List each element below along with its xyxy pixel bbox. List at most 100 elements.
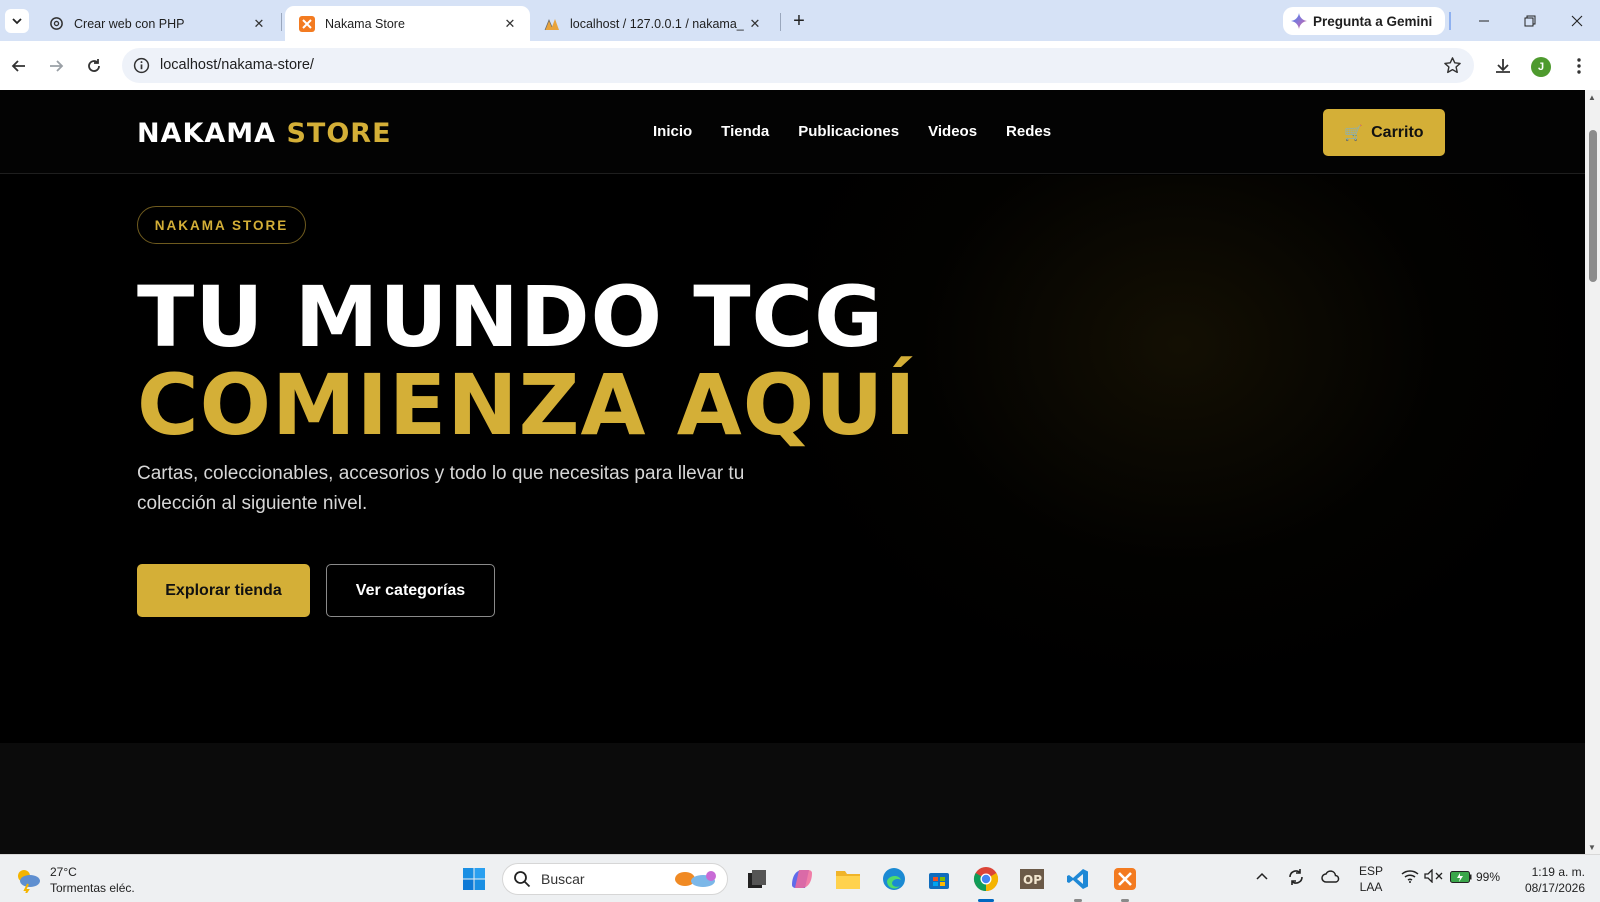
cart-icon: 🛒 [1344, 124, 1364, 142]
close-tab-icon[interactable]: ✕ [502, 16, 518, 32]
tab-crear-web[interactable]: Crear web con PHP ✕ [34, 6, 279, 41]
tab-phpmyadmin[interactable]: localhost / 127.0.0.1 / nakama_ ✕ [530, 6, 775, 41]
volume-tray-icon[interactable] [1424, 868, 1444, 886]
forward-button[interactable] [43, 53, 69, 79]
cloud-icon [1321, 870, 1340, 883]
vscode-button[interactable] [1063, 864, 1093, 894]
site-header: NAKAMA STORE Inicio Tienda Publicaciones… [0, 90, 1585, 174]
tab-nakama-store[interactable]: Nakama Store ✕ [285, 6, 530, 41]
minimize-icon [1479, 20, 1489, 22]
tab-separator [780, 13, 781, 31]
chevron-down-icon [12, 18, 22, 25]
chatgpt-icon [48, 16, 64, 32]
close-window-button[interactable] [1563, 8, 1591, 34]
language-indicator[interactable]: ESP LAA [1359, 863, 1383, 895]
main-nav: Inicio Tienda Publicaciones Videos Redes [653, 123, 1051, 140]
hero-section: NAKAMA STORE TU MUNDO TCG COMIENZA AQUÍ … [0, 175, 1585, 743]
sync-tray-icon[interactable] [1286, 867, 1306, 890]
reload-button[interactable] [81, 53, 107, 79]
hero-title: TU MUNDO TCG COMIENZA AQUÍ [137, 273, 917, 449]
back-button[interactable] [6, 53, 32, 79]
hero-title-line1: TU MUNDO TCG [137, 268, 885, 366]
browser-menu-button[interactable] [1566, 53, 1592, 79]
wifi-tray-icon[interactable] [1401, 869, 1419, 886]
view-categories-button[interactable]: Ver categorías [326, 564, 495, 617]
gemini-sparkle-icon [1291, 13, 1307, 29]
restore-icon [1524, 15, 1536, 27]
battery-indicator[interactable]: 99% [1450, 870, 1500, 884]
site-logo[interactable]: NAKAMA STORE [137, 118, 392, 149]
xampp-button[interactable] [1110, 864, 1140, 894]
downloads-button[interactable] [1490, 53, 1516, 79]
onepiece-app-button[interactable]: OP [1017, 864, 1047, 894]
cart-label: Carrito [1371, 123, 1424, 141]
copilot-button[interactable] [787, 864, 817, 894]
chrome-button[interactable] [971, 864, 1001, 894]
page-viewport: NAKAMA STORE Inicio Tienda Publicaciones… [0, 90, 1585, 854]
weather-desc: Tormentas eléc. [50, 881, 135, 895]
scroll-up-icon[interactable]: ▲ [1588, 93, 1596, 102]
minimize-button[interactable] [1470, 8, 1498, 34]
logo-text-gold: STORE [286, 118, 392, 149]
store-icon [929, 873, 949, 889]
hero-badge: NAKAMA STORE [137, 206, 306, 244]
scrollbar-thumb[interactable] [1589, 130, 1597, 282]
microsoft-store-button[interactable] [924, 864, 954, 894]
toolbar-separator [1449, 12, 1451, 30]
file-explorer-button[interactable] [833, 864, 863, 894]
tab-search-button[interactable] [5, 9, 29, 33]
address-bar[interactable]: localhost/nakama-store/ [122, 48, 1474, 83]
sync-icon [1289, 869, 1303, 885]
task-view-button[interactable] [742, 864, 772, 894]
more-vert-icon [1577, 58, 1581, 74]
next-section [0, 743, 1585, 854]
restore-button[interactable] [1516, 8, 1544, 34]
keyboard-layout: LAA [1359, 880, 1383, 894]
vscode-icon [1067, 869, 1088, 889]
site-info-icon[interactable] [133, 57, 150, 74]
screen: Crear web con PHP ✕ Nakama Store ✕ local… [0, 0, 1600, 902]
edge-button[interactable] [879, 864, 909, 894]
copilot-icon [792, 870, 812, 888]
close-tab-icon[interactable]: ✕ [747, 16, 763, 32]
plus-icon: + [793, 9, 805, 32]
taskbar-search[interactable]: Buscar [502, 863, 728, 895]
nav-publicaciones[interactable]: Publicaciones [798, 123, 899, 140]
system-clock[interactable]: 1:19 a. m. 08/17/2026 [1515, 864, 1585, 896]
battery-charging-icon [1450, 871, 1472, 883]
arrow-right-icon [50, 60, 64, 72]
explore-store-button[interactable]: Explorar tienda [137, 564, 310, 617]
hero-title-line2: COMIENZA AQUÍ [137, 356, 917, 454]
task-view-icon [748, 870, 766, 888]
nav-videos[interactable]: Videos [928, 123, 977, 140]
gemini-label: Pregunta a Gemini [1313, 13, 1433, 29]
page-scrollbar[interactable]: ▲ ▼ [1585, 90, 1600, 854]
profile-avatar[interactable]: J [1531, 57, 1551, 77]
weather-temp: 27°C [50, 865, 77, 879]
new-tab-button[interactable]: + [787, 9, 811, 33]
start-button[interactable] [459, 864, 489, 894]
scroll-down-icon[interactable]: ▼ [1588, 843, 1596, 852]
weather-widget[interactable]: 27°C Tormentas eléc. [14, 864, 135, 896]
close-icon [1571, 15, 1583, 27]
show-hidden-icons[interactable] [1256, 870, 1268, 884]
svg-text:OP: OP [1023, 873, 1042, 887]
search-highlight-icon [675, 871, 716, 887]
language-code: ESP [1359, 864, 1384, 878]
nav-tienda[interactable]: Tienda [721, 123, 769, 140]
tab-title: Nakama Store [325, 16, 405, 31]
folder-icon [836, 871, 860, 889]
clock-date: 08/17/2026 [1524, 881, 1585, 895]
cart-button[interactable]: 🛒 Carrito [1323, 109, 1445, 156]
browser-toolbar: localhost/nakama-store/ J [0, 41, 1600, 90]
windows-taskbar: 27°C Tormentas eléc. Buscar OP ESP LAA 9… [0, 854, 1600, 902]
search-placeholder: Buscar [541, 871, 585, 887]
gemini-button[interactable]: Pregunta a Gemini [1283, 7, 1446, 35]
chrome-icon [973, 867, 999, 891]
cloud-tray-icon[interactable] [1321, 868, 1341, 889]
nav-inicio[interactable]: Inicio [653, 123, 692, 140]
close-tab-icon[interactable]: ✕ [251, 16, 267, 32]
bookmark-star-icon[interactable] [1443, 56, 1462, 75]
nav-redes[interactable]: Redes [1006, 123, 1051, 140]
url-text[interactable]: localhost/nakama-store/ [160, 57, 314, 73]
